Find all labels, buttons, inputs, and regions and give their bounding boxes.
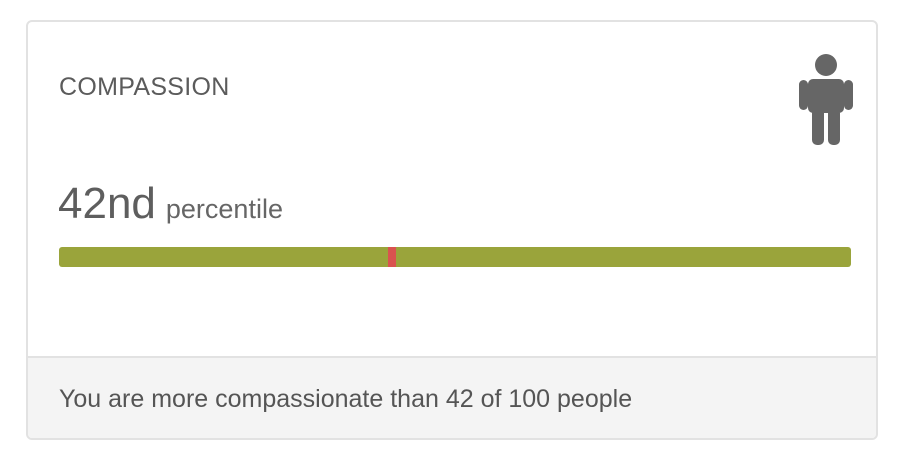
person-icon (799, 54, 853, 145)
card-title: COMPASSION (59, 73, 230, 101)
percentile-marker (387, 247, 396, 267)
score-unit: percentile (165, 194, 283, 224)
score-line: 42nd percentile (58, 177, 283, 231)
footer-text: You are more compassionate than 42 of 10… (59, 385, 633, 413)
card-footer: You are more compassionate than 42 of 10… (28, 356, 876, 438)
trait-card: COMPASSION 42nd percentile You are more c… (26, 20, 878, 440)
percentile-bar (59, 247, 851, 267)
score-value: 42nd (58, 179, 156, 228)
